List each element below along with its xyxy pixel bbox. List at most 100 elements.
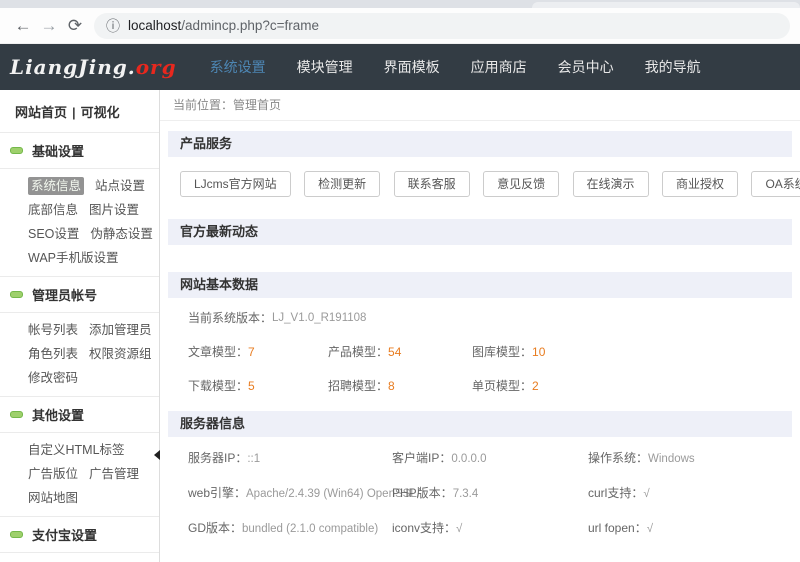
url-text: localhost/admincp.php?c=frame: [128, 18, 319, 33]
sidebar-item-add-admin[interactable]: 添加管理员: [89, 323, 152, 337]
sidebar-item-account-list[interactable]: 帐号列表: [28, 323, 78, 337]
section-title-label: 其他设置: [32, 405, 84, 424]
section-header-site-data: 网站基本数据: [168, 272, 792, 298]
commercial-license-button[interactable]: 商业授权: [662, 171, 738, 197]
address-bar[interactable]: ⓘ localhost/admincp.php?c=frame: [94, 13, 790, 39]
collapse-minus-icon[interactable]: [10, 147, 23, 154]
feedback-button[interactable]: 意见反馈: [483, 171, 559, 197]
content-area: 产品服务 LJcms官方网站 检测更新 联系客服 意见反馈 在线演示 商业授权 …: [160, 121, 800, 562]
browser-tab[interactable]: [532, 2, 800, 8]
sidebar-section-other-settings[interactable]: 其他设置: [0, 397, 159, 433]
stats-row: 下载模型：5 招聘模型：8 单页模型：2: [188, 375, 792, 397]
server-info-row: GD版本：bundled (2.1.0 compatible) iconv支持：…: [188, 517, 792, 540]
os-value: Windows: [648, 453, 695, 465]
collapse-minus-icon[interactable]: [10, 291, 23, 298]
logo-main: LiangJing.: [10, 55, 136, 79]
sidebar-visualize-link[interactable]: 可视化: [81, 105, 120, 120]
iconv-support-value: √: [456, 523, 462, 535]
sidebar-item-sitemap[interactable]: 网站地图: [28, 491, 78, 505]
site-data-body: 当前系统版本： LJ_V1.0_R191108 文章模型：7 产品模型：54 图…: [168, 298, 792, 411]
section-title-label: 支付宝设置: [32, 525, 97, 544]
collapse-minus-icon[interactable]: [10, 411, 23, 418]
nav-item-system-settings[interactable]: 系统设置: [210, 57, 266, 77]
sidebar-section-basic-settings[interactable]: 基础设置: [0, 133, 159, 169]
gd-version-label: GD版本：: [188, 521, 242, 535]
browser-tab-strip: [0, 0, 800, 8]
section-header-product-services: 产品服务: [168, 131, 792, 157]
client-ip-label: 客户端IP：: [392, 451, 451, 465]
section-title-label: 基础设置: [32, 141, 84, 160]
version-label: 当前系统版本：: [188, 308, 272, 329]
back-icon[interactable]: ←: [10, 16, 36, 36]
oa-system-button[interactable]: OA系统: [751, 171, 800, 197]
php-version-label: PHP版本：: [392, 486, 453, 500]
sidebar-item-role-list[interactable]: 角色列表: [28, 347, 78, 361]
main-content: 当前位置：管理首页 产品服务 LJcms官方网站 检测更新 联系客服 意见反馈 …: [160, 90, 800, 562]
sidebar-item-custom-html-tags[interactable]: 自定义HTML标签: [28, 443, 125, 457]
sidebar-home-separator: |: [72, 105, 76, 120]
section-header-official-news: 官方最新动态: [168, 219, 792, 245]
sidebar-item-system-info[interactable]: 系统信息: [28, 177, 84, 195]
sidebar-home-row: 网站首页 | 可视化: [0, 90, 159, 133]
sidebar: 网站首页 | 可视化 基础设置 系统信息站点设置 底部信息图片设置 SEO设置伪静态…: [0, 90, 160, 562]
sidebar-collapse-arrow-icon[interactable]: [154, 450, 160, 460]
gallery-model-label: 图库模型：: [472, 345, 532, 359]
curl-support-label: curl支持：: [588, 486, 643, 500]
sidebar-section-alipay-settings[interactable]: 支付宝设置: [0, 517, 159, 553]
page-body: 网站首页 | 可视化 基础设置 系统信息站点设置 底部信息图片设置 SEO设置伪静态…: [0, 90, 800, 562]
sidebar-item-permission-groups[interactable]: 权限资源组: [89, 347, 152, 361]
sidebar-links-alipay: 支付宝配置: [0, 553, 159, 562]
sidebar-links-basic: 系统信息站点设置 底部信息图片设置 SEO设置伪静态设置 WAP手机版设置: [0, 169, 159, 277]
official-site-button[interactable]: LJcms官方网站: [180, 171, 291, 197]
site-info-icon[interactable]: ⓘ: [106, 16, 120, 36]
product-model-label: 产品模型：: [328, 345, 388, 359]
sidebar-item-seo-settings[interactable]: SEO设置: [28, 227, 79, 241]
stats-row: 文章模型：7 产品模型：54 图库模型：10: [188, 341, 792, 363]
url-host: localhost: [128, 18, 181, 33]
sidebar-item-ad-management[interactable]: 广告管理: [89, 467, 139, 481]
url-path: /admincp.php?c=frame: [181, 18, 319, 33]
section-header-server-info: 服务器信息: [168, 411, 792, 437]
nav-item-member-center[interactable]: 会员中心: [558, 57, 614, 77]
php-version-value: 7.3.4: [453, 488, 479, 500]
page-model-label: 单页模型：: [472, 379, 532, 393]
sidebar-item-change-password[interactable]: 修改密码: [28, 371, 78, 385]
nav-item-app-store[interactable]: 应用商店: [471, 57, 527, 77]
url-fopen-label: url fopen：: [588, 521, 647, 535]
sidebar-item-site-settings[interactable]: 站点设置: [95, 179, 145, 193]
navbar-menu: 系统设置 模块管理 界面模板 应用商店 会员中心 我的导航: [210, 57, 732, 77]
sidebar-item-image-settings[interactable]: 图片设置: [89, 203, 139, 217]
job-model-count: 8: [388, 379, 395, 393]
nav-item-interface-templates[interactable]: 界面模板: [384, 57, 440, 77]
contact-support-button[interactable]: 联系客服: [394, 171, 470, 197]
sidebar-section-admin-account[interactable]: 管理员帐号: [0, 277, 159, 313]
sidebar-item-ad-positions[interactable]: 广告版位: [28, 467, 78, 481]
download-model-label: 下载模型：: [188, 379, 248, 393]
sidebar-item-wap-settings[interactable]: WAP手机版设置: [28, 251, 119, 265]
sidebar-item-footer-info[interactable]: 底部信息: [28, 203, 78, 217]
nav-item-module-management[interactable]: 模块管理: [297, 57, 353, 77]
section-title-label: 管理员帐号: [32, 285, 97, 304]
gallery-model-count: 10: [532, 345, 545, 359]
job-model-label: 招聘模型：: [328, 379, 388, 393]
download-model-count: 5: [248, 379, 255, 393]
online-demo-button[interactable]: 在线演示: [573, 171, 649, 197]
check-update-button[interactable]: 检测更新: [304, 171, 380, 197]
nav-item-my-navigation[interactable]: 我的导航: [645, 57, 701, 77]
product-buttons-row: LJcms官方网站 检测更新 联系客服 意见反馈 在线演示 商业授权 OA系统 …: [168, 157, 792, 219]
version-row: 当前系统版本： LJ_V1.0_R191108: [188, 308, 792, 329]
server-ip-label: 服务器IP：: [188, 451, 247, 465]
sidebar-home-link[interactable]: 网站首页: [15, 105, 67, 120]
sidebar-item-rewrite-settings[interactable]: 伪静态设置: [90, 227, 153, 241]
iconv-support-label: iconv支持：: [392, 521, 456, 535]
reload-icon[interactable]: ⟳: [62, 16, 88, 36]
site-logo[interactable]: LiangJing.org: [10, 55, 177, 79]
breadcrumb: 当前位置：管理首页: [160, 90, 800, 121]
url-fopen-value: √: [647, 523, 653, 535]
logo-suffix: org: [136, 55, 177, 79]
collapse-minus-icon[interactable]: [10, 531, 23, 538]
forward-icon[interactable]: →: [36, 16, 62, 36]
admin-navbar: LiangJing.org 系统设置 模块管理 界面模板 应用商店 会员中心 我…: [0, 44, 800, 90]
curl-support-value: √: [643, 488, 649, 500]
os-label: 操作系统：: [588, 451, 648, 465]
